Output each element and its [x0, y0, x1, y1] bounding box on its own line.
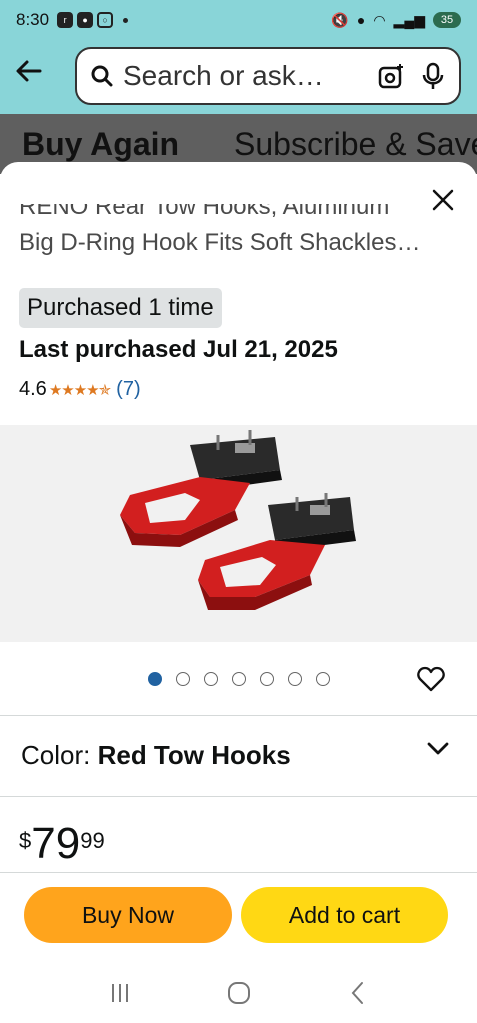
divider: [0, 715, 477, 716]
review-count-link[interactable]: (7): [116, 378, 140, 401]
product-title[interactable]: RENO Rear Tow Hooks, Aluminum Big D-Ring…: [19, 204, 449, 262]
color-label: Color:: [21, 740, 98, 770]
color-selector[interactable]: Color: Red Tow Hooks: [21, 740, 291, 771]
price-whole: 79: [31, 819, 81, 868]
rating-value: 4.6: [19, 378, 47, 400]
app-notification-icon: ●: [77, 12, 94, 28]
add-to-cart-button[interactable]: Add to cart: [241, 887, 448, 943]
tab-buy-again[interactable]: Buy Again: [22, 126, 179, 163]
last-purchased: Last purchased Jul 21, 2025: [19, 336, 338, 363]
system-icons: 🔇 ● ◠ ▂▄▆ 35: [331, 12, 461, 29]
color-value: Red Tow Hooks: [97, 740, 291, 770]
carousel-dot[interactable]: [260, 672, 274, 686]
status-time: 8:30: [16, 10, 50, 29]
status-bar: 8:30 r ● ○ 🔇 ● ◠ ▂▄▆ 35: [0, 0, 477, 40]
mute-icon: 🔇: [331, 11, 349, 28]
price-fraction: 99: [80, 828, 105, 853]
header: Search or ask…: [0, 40, 477, 114]
location-icon: ●: [356, 12, 366, 28]
search-placeholder: Search or ask…: [123, 60, 324, 91]
recent-apps-icon[interactable]: [107, 980, 133, 1006]
price: $ 79 99: [19, 820, 105, 868]
product-sheet: RENO Rear Tow Hooks, Aluminum Big D-Ring…: [0, 162, 477, 1023]
chevron-down-icon[interactable]: [427, 742, 449, 756]
signal-icon: ▂▄▆: [393, 11, 425, 28]
product-title-line1: RENO Rear Tow Hooks, Aluminum: [19, 204, 390, 220]
notification-icons: r ● ○: [57, 12, 129, 28]
back-arrow-icon[interactable]: [14, 56, 44, 86]
camera-search-icon[interactable]: [377, 62, 405, 90]
carousel-dot[interactable]: [176, 672, 190, 686]
more-notifications-icon: [123, 17, 129, 23]
carousel-dot[interactable]: [288, 672, 302, 686]
product-image[interactable]: [0, 425, 477, 642]
divider: [0, 796, 477, 797]
carousel-dot[interactable]: [204, 672, 218, 686]
system-nav-bar: [0, 962, 477, 1023]
product-title-line2: Big D-Ring Hook Fits Soft Shackles…: [19, 229, 421, 256]
back-nav-icon[interactable]: [345, 980, 371, 1006]
tab-subscribe-save[interactable]: Subscribe & Save: [234, 126, 477, 163]
battery-icon: 35: [433, 12, 461, 28]
home-icon[interactable]: [226, 980, 252, 1006]
image-carousel-dots[interactable]: [148, 672, 330, 686]
price-symbol: $: [19, 828, 32, 853]
ring-app-icon: r: [57, 12, 74, 28]
divider: [0, 872, 477, 873]
star-rating-icon: ★★★★✯: [48, 381, 111, 399]
purchased-badge: Purchased 1 time: [19, 288, 222, 328]
wifi-icon: ◠: [373, 11, 386, 28]
microphone-icon[interactable]: [421, 62, 445, 90]
heart-icon[interactable]: [417, 666, 445, 692]
carousel-dot[interactable]: [148, 672, 162, 686]
carousel-dot[interactable]: [232, 672, 246, 686]
carousel-dot[interactable]: [316, 672, 330, 686]
buy-now-button[interactable]: Buy Now: [24, 887, 232, 943]
rating-row[interactable]: 4.6 ★★★★✯ (7): [19, 378, 141, 401]
search-icon: [91, 65, 113, 87]
instagram-icon: ○: [97, 12, 114, 28]
search-input[interactable]: Search or ask…: [75, 47, 461, 105]
